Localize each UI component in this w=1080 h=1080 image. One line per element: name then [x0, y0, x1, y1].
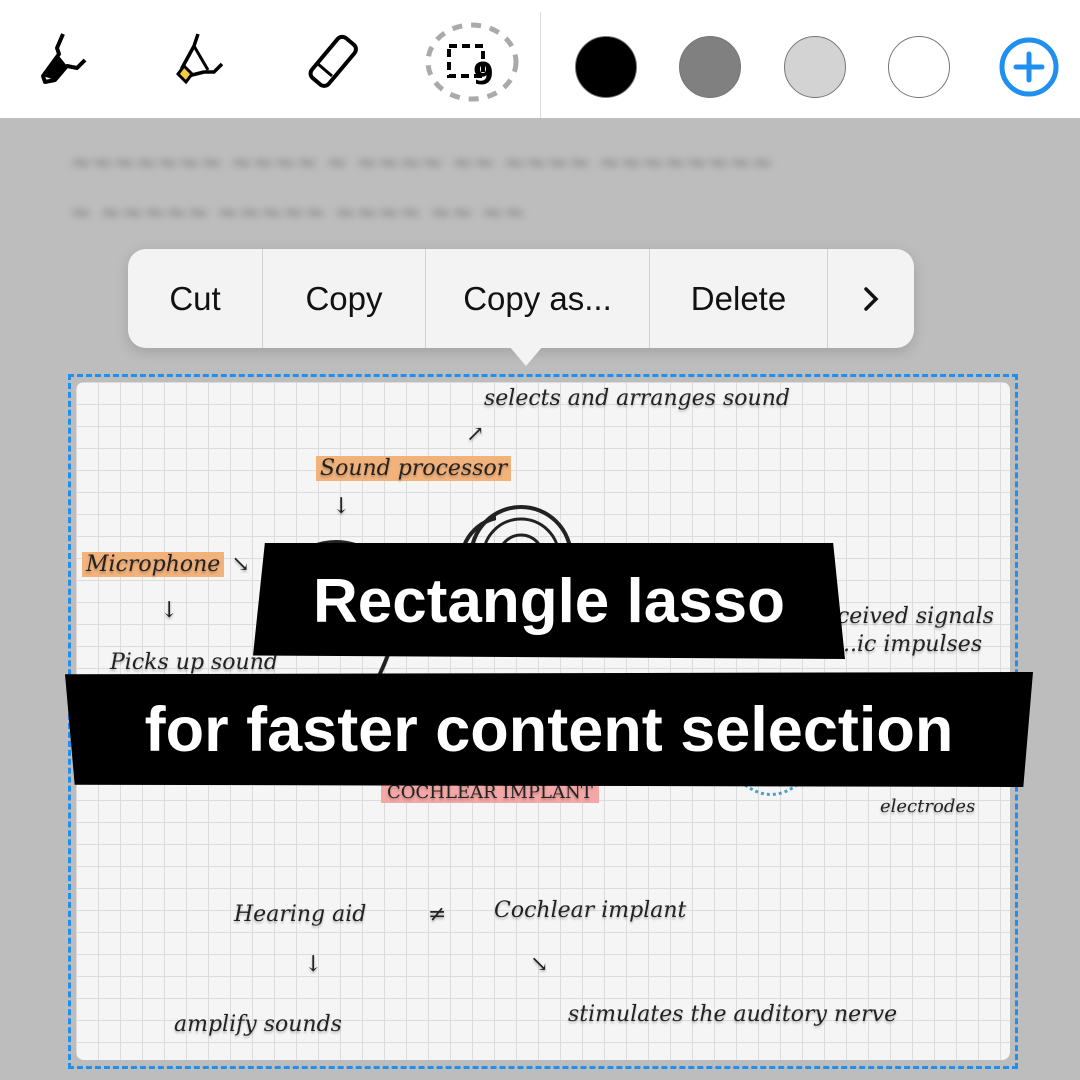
banner-line-1: Rectangle lasso — [253, 543, 845, 659]
chevron-right-icon — [864, 286, 879, 311]
svg-text:9: 9 — [473, 57, 494, 92]
toolbar-divider — [540, 12, 541, 118]
plus-circle-icon[interactable] — [998, 36, 1060, 98]
menu-pointer — [509, 346, 543, 366]
color-gray-swatch[interactable] — [679, 36, 741, 98]
more-menu-button[interactable] — [828, 249, 914, 348]
copy-menu-item[interactable]: Copy — [263, 249, 426, 348]
toolbar: 9 — [0, 0, 1080, 118]
eraser-icon[interactable] — [302, 30, 366, 94]
fountain-pen-icon[interactable] — [33, 30, 97, 94]
color-white-swatch[interactable] — [888, 36, 950, 98]
cut-menu-item[interactable]: Cut — [128, 249, 263, 348]
color-light-gray-swatch[interactable] — [784, 36, 846, 98]
delete-menu-item[interactable]: Delete — [650, 249, 828, 348]
color-black-swatch[interactable] — [575, 36, 637, 98]
rectangle-lasso-icon[interactable]: 9 — [425, 22, 519, 102]
highlighter-icon[interactable] — [166, 30, 230, 94]
context-menu: Cut Copy Copy as... Delete — [128, 249, 914, 348]
banner-line-2: for faster content selection — [65, 672, 1033, 787]
copy-as-menu-item[interactable]: Copy as... — [426, 249, 650, 348]
